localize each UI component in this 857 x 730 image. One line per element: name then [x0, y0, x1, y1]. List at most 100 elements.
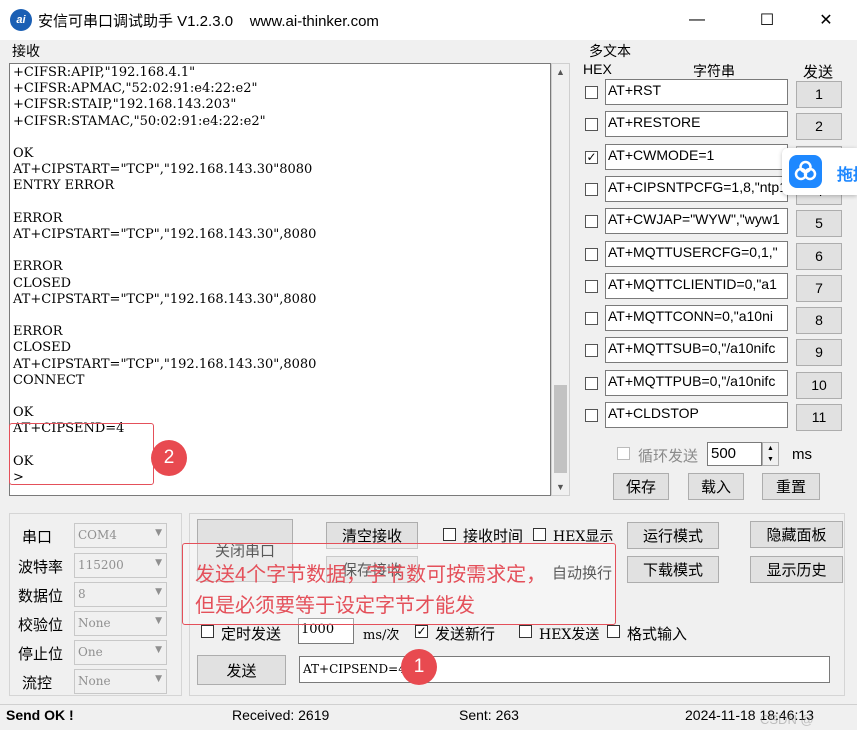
floating-drag-widget[interactable]: 拖拽 [782, 148, 857, 195]
loop-send-checkbox[interactable] [617, 447, 630, 460]
row-command-input[interactable]: AT+MQTTCONN=0,"a10ni [605, 305, 788, 331]
hex-send-checkbox[interactable] [519, 625, 532, 638]
run-mode-button[interactable]: 运行模式 [627, 522, 719, 549]
row-hex-checkbox[interactable] [585, 409, 598, 422]
chevron-down-icon: ▼ [155, 558, 162, 568]
minimize-button[interactable]: — [674, 0, 720, 40]
baud-select[interactable]: 115200 ▼ [74, 553, 167, 578]
row-send-button[interactable]: 6 [796, 243, 842, 270]
flow-value: None [78, 674, 111, 688]
databits-label: 数据位 [18, 588, 64, 605]
window-title: 安信可串口调试助手 V1.2.3.0 www.ai-thinker.com [38, 13, 379, 30]
annotation-marker-2: 2 [151, 440, 187, 476]
format-input-label: 格式输入 [627, 626, 688, 643]
status-state: Send OK ! [6, 707, 74, 723]
parity-value: None [78, 616, 111, 630]
timed-send-checkbox[interactable] [201, 625, 214, 638]
hex-column-header: HEX [583, 61, 612, 77]
row-command-input[interactable]: AT+CWJAP="WYW","wyw1 [605, 208, 788, 234]
databits-value: 8 [78, 587, 86, 601]
row-command-input[interactable]: AT+MQTTPUB=0,"/a10nifc [605, 370, 788, 396]
row-hex-checkbox[interactable] [585, 280, 598, 293]
row-send-button[interactable]: 1 [796, 81, 842, 108]
send-button[interactable]: 发送 [197, 655, 286, 685]
row-command-input[interactable]: AT+CLDSTOP [605, 402, 788, 428]
recv-time-checkbox[interactable] [443, 528, 456, 541]
scrollbar-thumb[interactable] [554, 385, 567, 473]
send-input[interactable]: AT+CIPSEND=4 [299, 656, 830, 683]
watermark: CSDN @ [760, 712, 814, 727]
baud-value: 115200 [78, 558, 124, 572]
row-hex-checkbox[interactable] [585, 86, 598, 99]
download-mode-button[interactable]: 下载模式 [627, 556, 719, 583]
annotation-marker-1: 1 [401, 649, 437, 685]
row-send-button[interactable]: 10 [796, 372, 842, 399]
parity-label: 校验位 [18, 617, 64, 634]
timed-send-label: 定时发送 [221, 626, 282, 643]
row-hex-checkbox[interactable] [585, 344, 598, 357]
port-select[interactable]: COM4 ▼ [74, 523, 167, 548]
row-command-input[interactable]: AT+MQTTSUB=0,"/a10nifc [605, 337, 788, 363]
port-label: 串口 [22, 529, 53, 546]
chevron-down-icon: ▼ [155, 645, 162, 655]
status-sent: Sent: 263 [459, 707, 519, 723]
row-command-input[interactable]: AT+MQTTCLIENTID=0,"a1 [605, 273, 788, 299]
send-newline-checkbox[interactable]: ✓ [415, 625, 428, 638]
multitext-label: 多文本 [589, 43, 631, 59]
row-send-button[interactable]: 9 [796, 339, 842, 366]
timed-unit-label: ms/次 [363, 628, 400, 643]
send-newline-label: 发送新行 [435, 626, 496, 643]
multitext-reset-button[interactable]: 重置 [762, 473, 820, 500]
multitext-load-button[interactable]: 载入 [688, 473, 744, 500]
stopbits-label: 停止位 [18, 646, 64, 663]
hex-display-checkbox[interactable] [533, 528, 546, 541]
hex-send-label: HEX发送 [539, 627, 600, 643]
show-history-button[interactable]: 显示历史 [750, 556, 843, 583]
close-button[interactable]: ✕ [803, 0, 849, 40]
string-column-header: 字符串 [693, 63, 735, 79]
app-logo-icon: ai [10, 9, 32, 31]
annotation-note-line2: 但是必须要等于设定字节才能发 [195, 595, 475, 617]
port-value: COM4 [78, 528, 117, 542]
parity-select[interactable]: None ▼ [74, 611, 167, 636]
loop-interval-input[interactable]: 500 [707, 442, 762, 466]
stopbits-select[interactable]: One ▼ [74, 640, 167, 665]
scroll-up-icon[interactable]: ▲ [552, 64, 569, 80]
receive-label: 接收 [12, 43, 40, 59]
row-send-button[interactable]: 2 [796, 113, 842, 140]
chevron-down-icon: ▼ [155, 616, 162, 626]
row-command-input[interactable]: AT+CIPSNTPCFG=1,8,"ntp1 [605, 176, 788, 202]
loop-interval-spinner[interactable]: ▲ ▼ [762, 442, 779, 466]
row-hex-checkbox[interactable] [585, 377, 598, 390]
flow-label: 流控 [22, 675, 53, 692]
maximize-button[interactable]: ☐ [744, 0, 790, 40]
databits-select[interactable]: 8 ▼ [74, 582, 167, 607]
row-hex-checkbox[interactable] [585, 118, 598, 131]
row-command-input[interactable]: AT+CWMODE=1 [605, 144, 788, 170]
row-hex-checkbox[interactable]: ✓ [585, 151, 598, 164]
status-received: Received: 2619 [232, 707, 330, 723]
row-hex-checkbox[interactable] [585, 312, 598, 325]
receive-scrollbar[interactable]: ▲ ▼ [551, 63, 570, 496]
row-send-button[interactable]: 5 [796, 210, 842, 237]
chevron-down-icon: ▼ [155, 528, 162, 538]
multitext-save-button[interactable]: 保存 [613, 473, 669, 500]
flow-select[interactable]: None ▼ [74, 669, 167, 694]
hide-panel-button[interactable]: 隐藏面板 [750, 521, 843, 548]
row-send-button[interactable]: 8 [796, 307, 842, 334]
row-command-input[interactable]: AT+RESTORE [605, 111, 788, 137]
chevron-down-icon: ▼ [155, 587, 162, 597]
row-command-input[interactable]: AT+RST [605, 79, 788, 105]
row-hex-checkbox[interactable] [585, 248, 598, 261]
scroll-down-icon[interactable]: ▼ [552, 479, 569, 495]
row-send-button[interactable]: 7 [796, 275, 842, 302]
row-send-button[interactable]: 11 [796, 404, 842, 431]
loop-unit-label: ms [792, 446, 812, 463]
loop-send-label: 循环发送 [638, 448, 699, 465]
cloud-icon [789, 155, 822, 188]
row-hex-checkbox[interactable] [585, 215, 598, 228]
row-hex-checkbox[interactable] [585, 183, 598, 196]
stopbits-value: One [78, 645, 103, 659]
format-input-checkbox[interactable] [607, 625, 620, 638]
row-command-input[interactable]: AT+MQTTUSERCFG=0,1," [605, 241, 788, 267]
